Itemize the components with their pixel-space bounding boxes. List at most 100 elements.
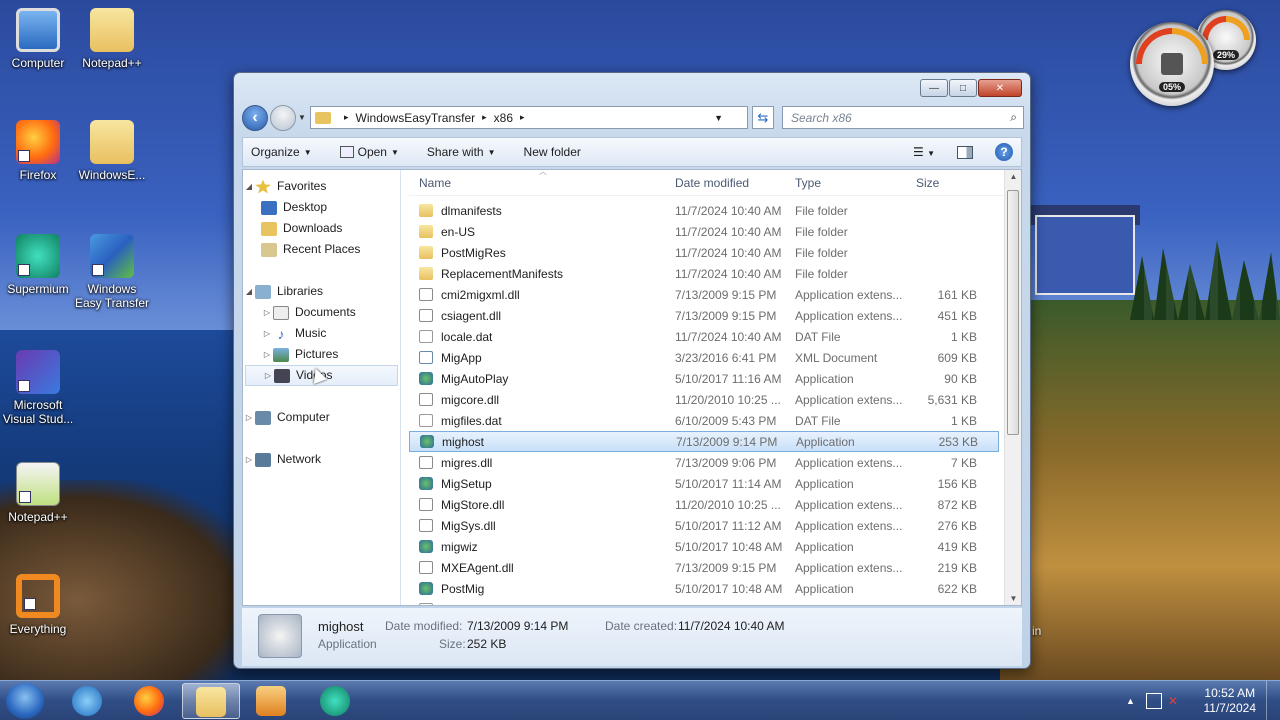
file-row[interactable]: PostMigRes 11/7/2024 10:40 AM File folder [409,242,999,263]
vertical-scrollbar[interactable]: ▲ ▼ [1004,170,1021,605]
file-row[interactable]: en-US 11/7/2024 10:40 AM File folder [409,221,999,242]
column-header-name[interactable]: Name [409,176,670,190]
nav-desktop[interactable]: Desktop [243,197,400,218]
desktop-icon-notepadpp[interactable]: Notepad++ [0,462,76,524]
navigation-pane: ◢ Favorites Desktop Downloads Recent Plac… [243,170,401,605]
expand-arrow-icon[interactable]: ▷ [261,323,273,344]
column-header-date-modified[interactable]: Date modified [670,176,790,190]
search-icon[interactable]: ⌕ [1010,110,1017,125]
back-button[interactable]: ‹ [242,105,268,131]
file-row[interactable]: cmi2migxml.dll 7/13/2009 9:15 PM Applicati… [409,284,999,305]
show-desktop-button[interactable] [1266,681,1280,720]
file-name: cmi2migxml.dll [441,287,520,302]
breadcrumb-separator[interactable]: ▸ [520,112,525,123]
nav-computer[interactable]: ▷ Computer [243,407,400,428]
maximize-button[interactable]: □ [949,79,977,97]
file-row[interactable]: mighost 7/13/2009 9:14 PM Application 253 K… [409,431,999,452]
desktop-icon-computer[interactable]: Computer [0,8,76,70]
file-row[interactable]: migwiz 5/10/2017 10:48 AM Application 419 K… [409,536,999,557]
scrollbar-thumb[interactable] [1007,190,1019,435]
share-with-button[interactable]: Share with ▼ [427,145,496,159]
dll-file-icon [419,288,433,301]
nav-libraries[interactable]: ◢ Libraries [243,281,400,302]
breadcrumb-separator[interactable]: ▸ [482,112,487,123]
clock[interactable]: 10:52 AM 11/7/2024 [1204,686,1257,716]
taskbar-firefox[interactable] [120,683,178,719]
taskbar-media-player[interactable] [242,683,300,719]
column-header-size[interactable]: Size [911,176,981,190]
expand-arrow-icon[interactable]: ▷ [243,449,255,470]
expand-arrow-icon[interactable]: ▷ [261,302,273,323]
file-row[interactable]: migcore.dll 11/20/2010 10:25 ... Applicati… [409,389,999,410]
desktop-icon-firefox[interactable]: Firefox [0,120,76,182]
taskbar-internet-explorer[interactable] [58,683,116,719]
file-row[interactable]: locale.dat 11/7/2024 10:40 AM DAT File 1 KB [409,326,999,347]
network-tray-icon[interactable] [1146,693,1162,709]
address-bar[interactable]: ▸ WindowsEasyTransfer ▸ x86 ▸ ▼ [310,106,748,129]
file-row[interactable]: MigStore.dll 11/20/2010 10:25 ... Applicat… [409,494,999,515]
desktop-icon-supermium[interactable]: Supermium [0,234,76,296]
column-header-type[interactable]: Type [790,176,911,190]
file-date-modified: 5/10/2018 8:25 PM [670,603,790,606]
file-row[interactable]: migfiles.dat 6/10/2009 5:43 PM DAT File 1 K… [409,410,999,431]
nav-pictures[interactable]: ▷ Pictures [243,344,400,365]
chevron-down-icon: ▼ [303,147,312,157]
expand-arrow-icon[interactable]: ◢ [243,281,255,302]
expand-arrow-icon[interactable]: ◢ [243,176,255,197]
volume-muted-icon[interactable]: ✕ [1168,693,1184,709]
desktop-icon-everything[interactable]: Everything [0,574,76,636]
details-date-modified-value: 7/13/2009 9:14 PM [467,619,569,633]
nav-recent-places[interactable]: Recent Places [243,239,400,260]
file-row[interactable]: MigApp 3/23/2016 6:41 PM XML Document 609 K… [409,347,999,368]
file-row[interactable]: csiagent.dll 7/13/2009 9:15 PM Application… [409,305,999,326]
nav-downloads[interactable]: Downloads [243,218,400,239]
preview-pane-button[interactable] [957,145,973,159]
breadcrumb-windowseasytransfer[interactable]: WindowsEasyTransfer [356,111,476,125]
explorer-window[interactable]: — □ ✕ ‹ ▼ ▸ WindowsEasyTransfer ▸ x86 ▸ … [233,72,1031,669]
details-file-name: mighost [318,619,364,634]
desktop-icon-notepadpp-folder[interactable]: Notepad++ [74,8,150,70]
expand-arrow-icon[interactable]: ▷ [262,365,274,386]
minimize-button[interactable]: — [920,79,948,97]
organize-button[interactable]: Organize ▼ [251,145,312,159]
help-button[interactable]: ? [995,143,1013,161]
file-row[interactable]: MigAutoPlay 5/10/2017 11:16 AM Application… [409,368,999,389]
expand-arrow-icon[interactable]: ▷ [243,407,255,428]
nav-music[interactable]: ▷ ♪ Music [243,323,400,344]
forward-button[interactable] [270,105,296,131]
file-row[interactable]: segoeui 5/10/2018 8:25 PMTrueType font fi… [409,599,999,605]
nav-favorites[interactable]: ◢ Favorites [243,176,400,197]
change-view-button[interactable]: ☰ ▼ [913,145,935,159]
taskbar-file-explorer[interactable] [182,683,240,719]
new-folder-button[interactable]: New folder [524,145,581,159]
desktop-icon-visual-studio[interactable]: Microsoft Visual Stud... [0,350,76,426]
expand-arrow-icon[interactable]: ▷ [261,344,273,365]
nav-network[interactable]: ▷ Network [243,449,400,470]
show-hidden-icons-icon[interactable]: ▲ [1126,693,1142,709]
file-row[interactable]: ReplacementManifests 11/7/2024 10:40 AM Fi… [409,263,999,284]
file-row[interactable]: PostMig 5/10/2017 10:48 AM Application 622 … [409,578,999,599]
file-row[interactable]: migres.dll 7/13/2009 9:06 PM Application e… [409,452,999,473]
open-button[interactable]: Open ▼ [339,145,399,159]
file-row[interactable]: MXEAgent.dll 7/13/2009 9:15 PM Application… [409,557,999,578]
recent-pages-dropdown[interactable]: ▼ [298,113,306,122]
taskbar-supermium[interactable] [306,683,364,719]
cpu-meter-gadget[interactable]: 05% [1121,13,1223,115]
breadcrumb-separator[interactable]: ▸ [344,112,349,123]
nav-documents[interactable]: ▷ Documents [243,302,400,323]
desktop-icon-windowseasytransfer-folder[interactable]: WindowsE... [74,120,150,182]
address-dropdown-icon[interactable]: ▼ [714,113,723,123]
file-row[interactable]: dlmanifests 11/7/2024 10:40 AM File folder [409,200,999,221]
refresh-button[interactable]: ⇆ [752,106,774,129]
file-row[interactable]: MigSetup 5/10/2017 11:14 AM Application 156… [409,473,999,494]
file-row[interactable]: MigSys.dll 5/10/2017 11:12 AM Application … [409,515,999,536]
windows-easy-transfer-icon [90,234,134,278]
scroll-up-arrow-icon[interactable]: ▲ [1005,172,1022,181]
close-button[interactable]: ✕ [978,79,1022,97]
search-box[interactable]: Search x86 ⌕ [782,106,1024,129]
start-button[interactable] [6,683,44,719]
desktop-icon-windows-easy-transfer[interactable]: Windows Easy Transfer [74,234,150,310]
breadcrumb-x86[interactable]: x86 [494,111,513,125]
hidden-icon-label-fragment: in [1032,624,1042,638]
scroll-down-arrow-icon[interactable]: ▼ [1005,594,1022,603]
